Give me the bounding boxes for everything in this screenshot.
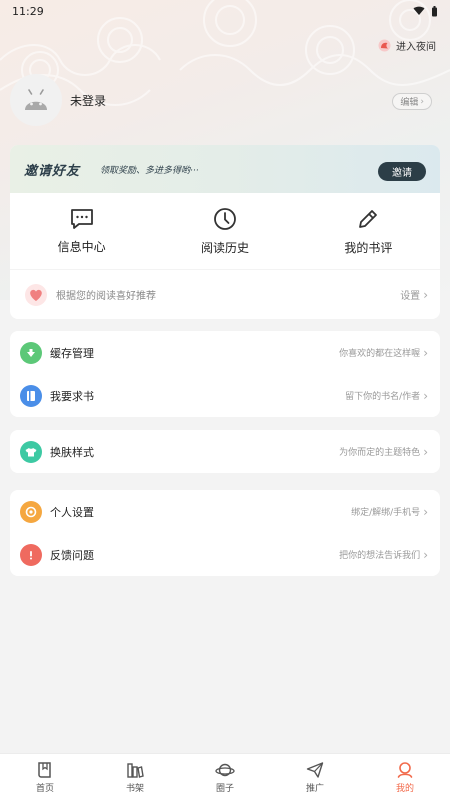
quick-action-message-center[interactable]: 信息中心 <box>10 193 153 269</box>
night-mode-label: 进入夜间 <box>396 42 436 53</box>
tab-circle[interactable]: 圈子 <box>180 754 270 800</box>
menu-item-hint: 绑定/解绑/手机号 › <box>351 505 428 519</box>
home-book-icon <box>38 761 51 778</box>
recommendation-text: 根据您的阅读喜好推荐 <box>56 291 156 302</box>
paper-plane-icon <box>306 761 324 778</box>
night-mode-icon <box>378 39 391 52</box>
menu-item-hint: 把你的想法告诉我们 › <box>339 548 428 562</box>
menu-item-hint-text: 绑定/解绑/手机号 <box>351 508 421 518</box>
tab-mine[interactable]: 我的 <box>360 754 450 800</box>
menu-item-label: 换肤样式 <box>50 445 94 459</box>
chevron-right-icon: › <box>423 388 428 403</box>
quick-action-reading-history[interactable]: 阅读历史 <box>153 193 296 269</box>
chevron-right-icon: › <box>423 547 428 562</box>
quick-action-my-reviews[interactable]: 我的书评 <box>297 193 440 269</box>
menu-item-label: 我要求书 <box>50 389 94 403</box>
tab-label: 圈子 <box>215 783 234 794</box>
menu-item-hint-text: 把你的想法告诉我们 <box>339 551 421 561</box>
username[interactable]: 未登录 <box>70 92 106 109</box>
bookshelf-icon <box>127 762 144 778</box>
menu-item-hint-text: 为你而定的主题特色 <box>339 448 421 458</box>
chevron-right-icon: › <box>423 504 428 519</box>
tab-label: 书架 <box>125 783 144 794</box>
menu-item-cache[interactable]: 缓存管理 你喜欢的都在这样喔 › <box>10 331 440 374</box>
tab-home[interactable]: 首页 <box>0 754 90 800</box>
invite-title: 邀请好友 <box>24 163 81 179</box>
quick-action-label: 信息中心 <box>57 239 106 254</box>
chevron-right-icon: › <box>420 96 424 107</box>
status-bar: 11:29 <box>0 0 450 22</box>
profile-section[interactable]: 未登录 <box>10 74 106 126</box>
menu-item-label: 个人设置 <box>50 505 94 519</box>
quick-action-label: 阅读历史 <box>200 240 249 255</box>
tab-bookshelf[interactable]: 书架 <box>90 754 180 800</box>
chevron-right-icon: › <box>423 345 428 360</box>
invite-subtitle: 领取奖励、多进多得哟··· <box>100 165 199 176</box>
quick-action-label: 我的书评 <box>344 240 393 255</box>
book-request-icon <box>20 384 42 407</box>
night-mode-toggle[interactable]: 进入夜间 <box>378 38 436 53</box>
menu-item-hint-text: 留下你的书名/作者 <box>345 392 421 402</box>
pencil-icon <box>359 209 378 228</box>
menu-item-hint: 为你而定的主题特色 › <box>339 445 428 459</box>
wifi-icon <box>413 6 425 15</box>
edit-profile-button[interactable]: 编辑 › <box>392 93 432 110</box>
settings-icon <box>20 500 42 523</box>
heart-icon <box>25 283 47 306</box>
recommendation-settings-label: 设置 <box>400 291 421 302</box>
tab-promote[interactable]: 推广 <box>270 754 360 800</box>
quick-actions: 信息中心 阅读历史 我的书评 <box>10 193 440 269</box>
invite-button[interactable]: 邀请 <box>378 162 426 181</box>
bottom-tab-bar: 首页 书架 圈子 推广 我的 <box>0 753 450 800</box>
menu-group-storage: 缓存管理 你喜欢的都在这样喔 › 我要求书 留下你的书名/作者 › <box>10 331 440 417</box>
menu-item-hint-text: 你喜欢的都在这样喔 <box>339 349 421 359</box>
recommendation-settings-link[interactable]: 设置 › <box>400 287 428 303</box>
menu-item-label: 缓存管理 <box>50 346 94 360</box>
shirt-icon <box>20 440 42 463</box>
menu-item-hint: 留下你的书名/作者 › <box>345 389 428 403</box>
menu-item-label: 反馈问题 <box>50 548 94 562</box>
chevron-right-icon: › <box>423 287 428 302</box>
menu-group-account: 个人设置 绑定/解绑/手机号 › 反馈问题 把你的想法告诉我们 › <box>10 490 440 576</box>
menu-item-feedback[interactable]: 反馈问题 把你的想法告诉我们 › <box>10 533 440 576</box>
menu-item-personal-settings[interactable]: 个人设置 绑定/解绑/手机号 › <box>10 490 440 533</box>
menu-item-book-request[interactable]: 我要求书 留下你的书名/作者 › <box>10 374 440 417</box>
avatar[interactable] <box>10 74 62 126</box>
main-card: 邀请好友 领取奖励、多进多得哟··· 邀请 信息中心 阅读历史 我的书评 根据您… <box>10 145 440 319</box>
feedback-icon <box>20 543 42 566</box>
profile-icon <box>397 761 413 778</box>
tab-label: 推广 <box>305 783 324 794</box>
invite-banner[interactable]: 邀请好友 领取奖励、多进多得哟··· 邀请 <box>10 145 440 193</box>
status-time: 11:29 <box>12 4 44 18</box>
recommendation-row[interactable]: 根据您的阅读喜好推荐 设置 › <box>10 269 440 319</box>
chevron-right-icon: › <box>423 444 428 459</box>
clock-icon <box>214 207 236 230</box>
message-icon <box>70 208 93 229</box>
android-robot-icon <box>25 89 47 110</box>
edit-label: 编辑 <box>400 98 419 108</box>
cloud-download-icon <box>20 341 42 364</box>
menu-group-theme: 换肤样式 为你而定的主题特色 › <box>10 430 440 473</box>
battery-icon <box>432 5 437 16</box>
menu-item-hint: 你喜欢的都在这样喔 › <box>339 346 428 360</box>
tab-label: 首页 <box>35 783 54 794</box>
menu-item-skin[interactable]: 换肤样式 为你而定的主题特色 › <box>10 430 440 473</box>
planet-icon <box>215 763 235 776</box>
tab-label: 我的 <box>395 783 414 794</box>
